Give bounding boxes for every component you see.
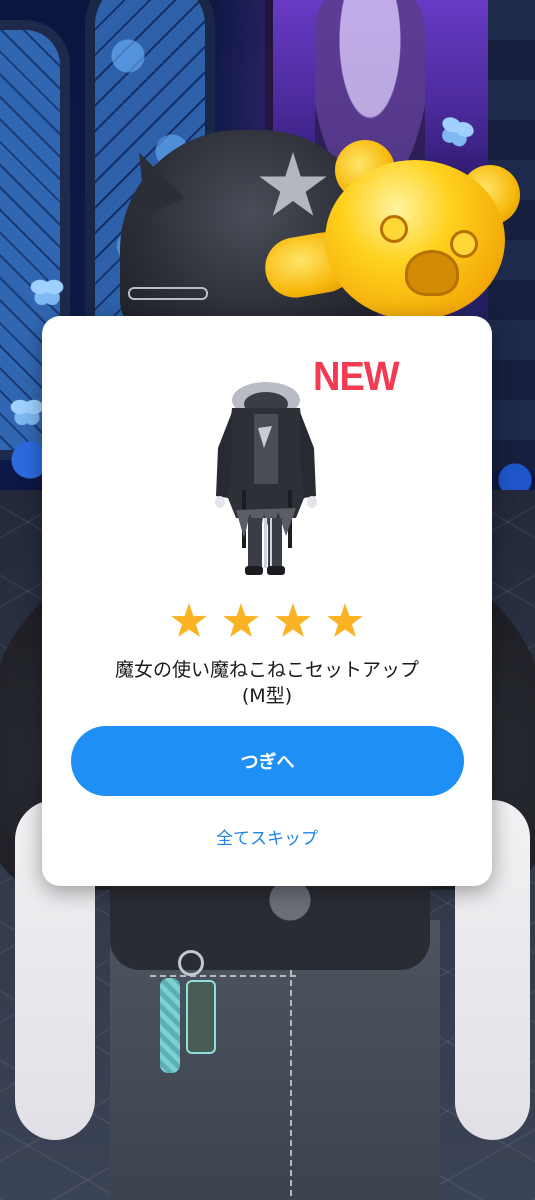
pants-seam (290, 960, 292, 1200)
bear-eye (450, 230, 478, 258)
star-icon (275, 603, 311, 638)
star-icon (223, 603, 259, 638)
rarity-stars (42, 603, 492, 640)
next-button[interactable]: つぎへ (71, 726, 464, 796)
item-name-line2: (M型) (241, 685, 293, 707)
key-ring-icon (178, 950, 204, 976)
new-badge: NEW (313, 354, 400, 400)
bear-eye (380, 215, 408, 243)
item-name-line1: 魔女の使い魔ねこねこセットアップ (114, 659, 419, 681)
star-icon (171, 603, 207, 638)
fish-tag-icon (186, 980, 216, 1054)
item-acquired-dialog: NEW 魔女の使い魔ねこねこセットアップ (M型) つぎへ 全てスキップ (42, 316, 492, 886)
star-icon (327, 603, 363, 638)
item-name: 魔女の使い魔ねこねこセットアップ (M型) (62, 657, 472, 709)
skip-all-link[interactable]: 全てスキップ (42, 824, 492, 849)
keychain (160, 950, 220, 1080)
bear-mouth (405, 250, 459, 296)
golden-bear-mascot (260, 140, 520, 340)
safety-pin-icon (128, 287, 208, 300)
bear-head (325, 160, 505, 320)
butterfly-icon (10, 395, 44, 425)
butterfly-icon (30, 275, 64, 305)
outfit-set-icon (210, 378, 322, 578)
keychain-strap (160, 978, 180, 1073)
